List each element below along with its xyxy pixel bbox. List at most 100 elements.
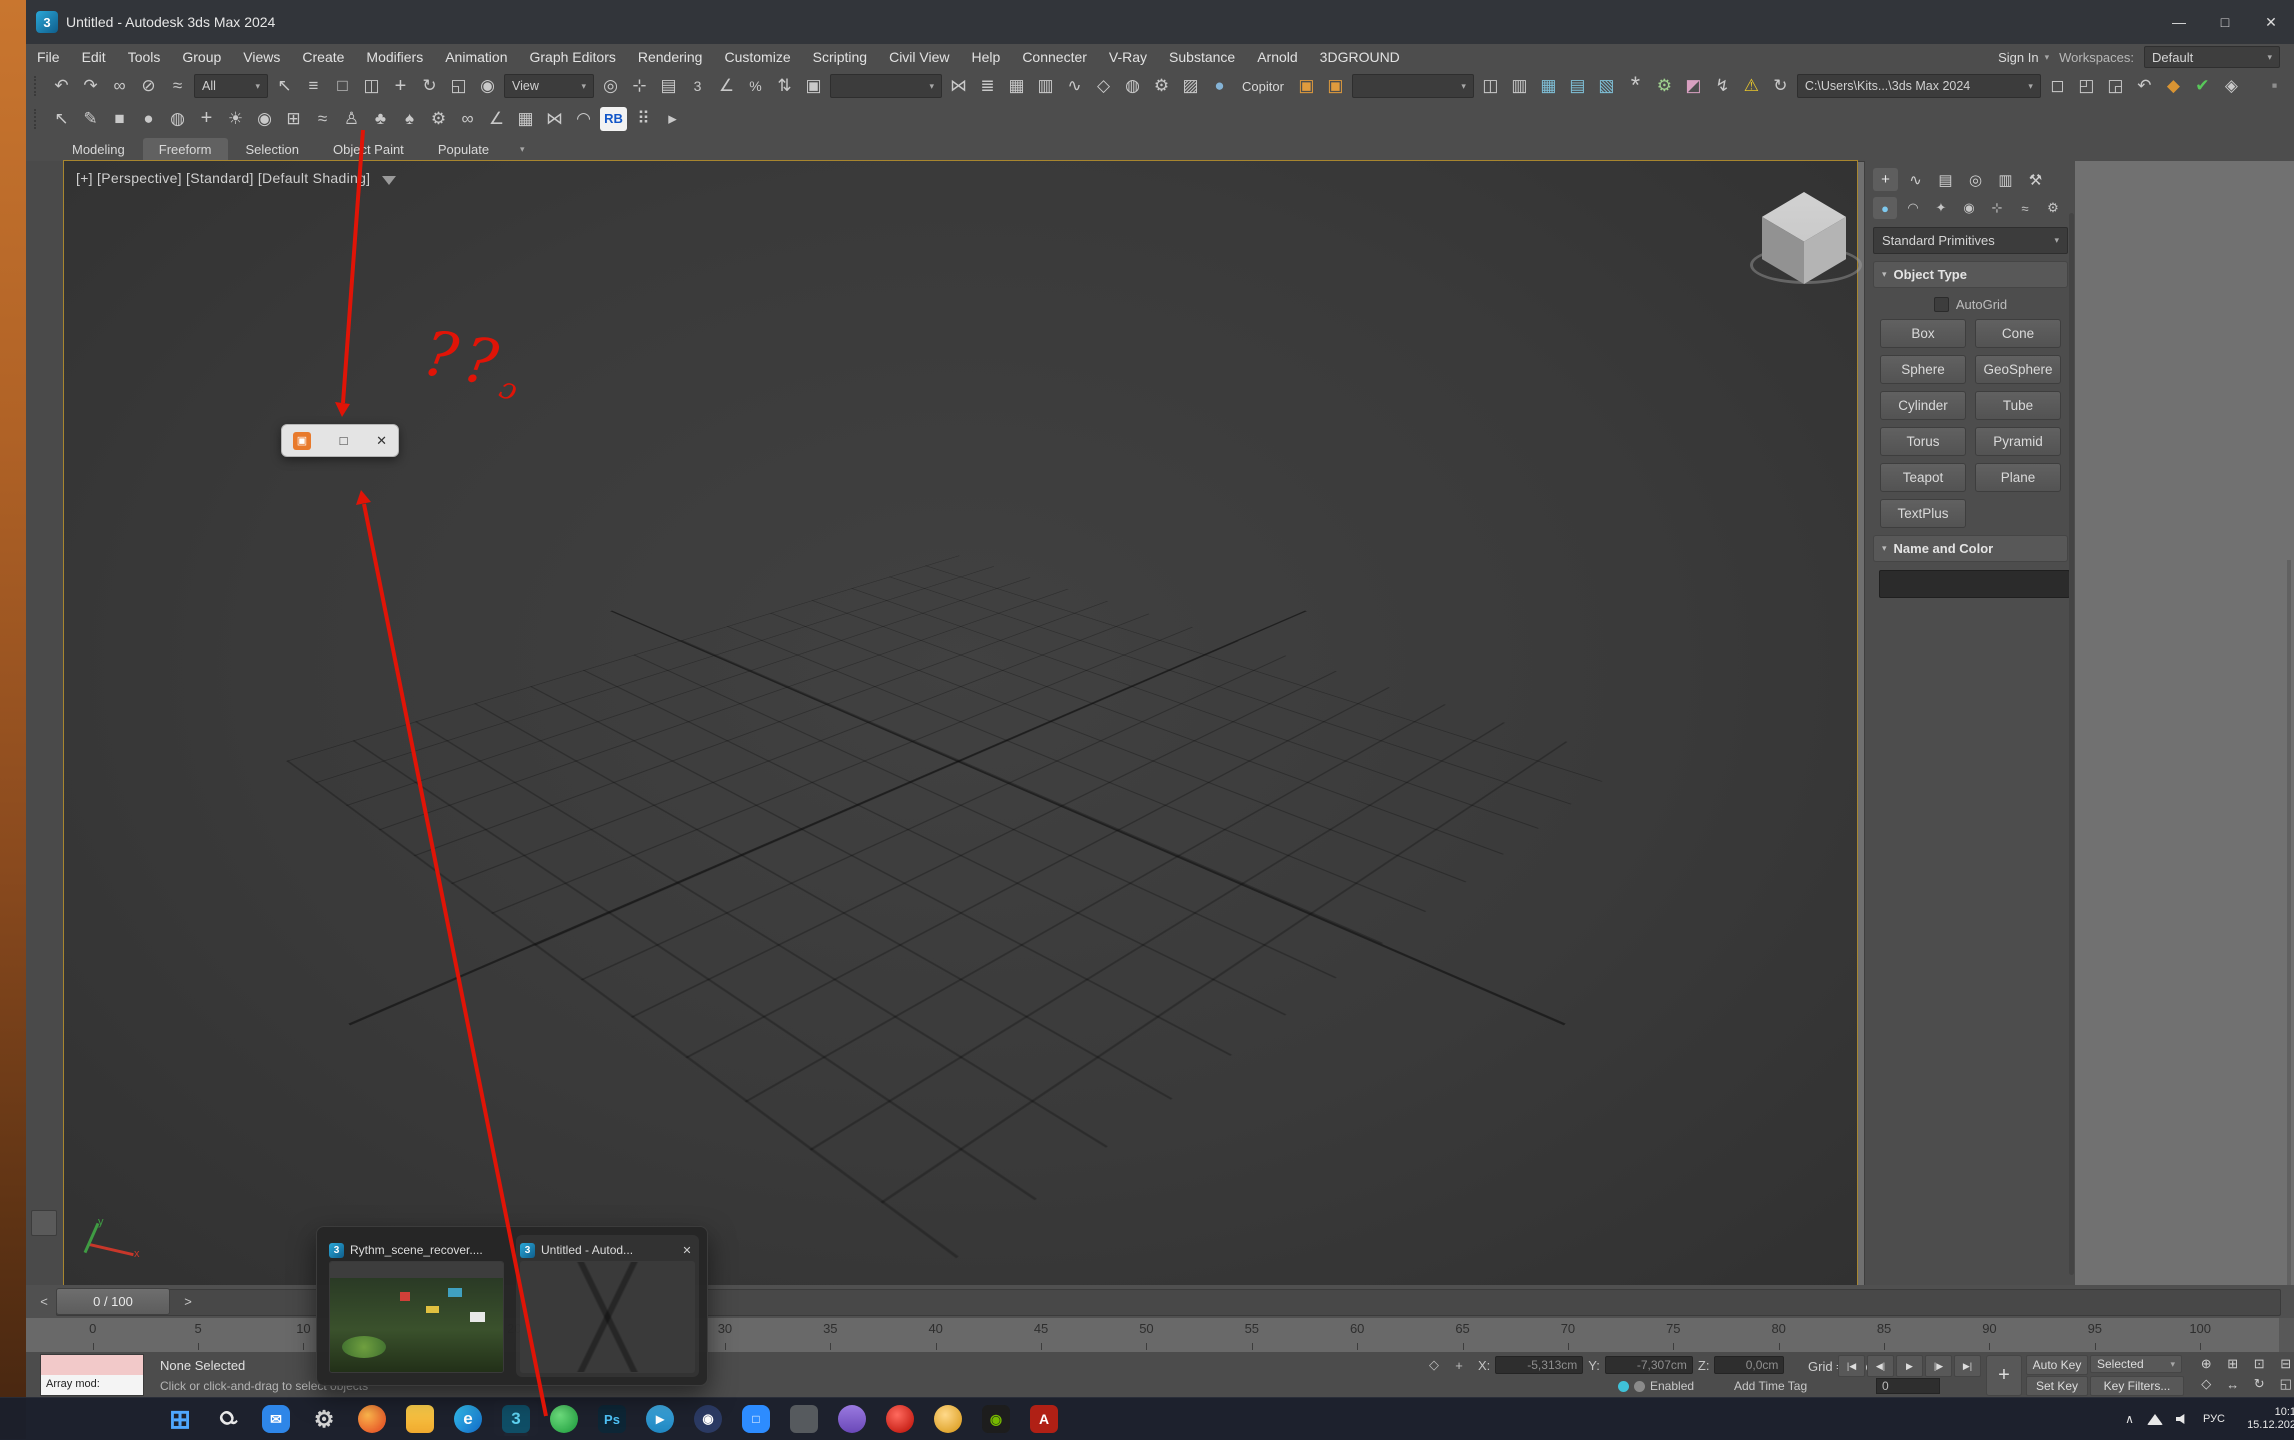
toolbar-icon[interactable]: + xyxy=(387,73,414,99)
toolbar-icon[interactable]: ▥ xyxy=(1506,73,1533,99)
primitive-button[interactable]: Pyramid xyxy=(1975,427,2061,456)
toolbar-icon[interactable]: ◫ xyxy=(1477,73,1504,99)
taskbar-app-icon[interactable]: A xyxy=(1024,1399,1064,1439)
menu-item[interactable]: Edit xyxy=(71,44,117,70)
ribbon-overflow[interactable]: ▾ xyxy=(520,140,525,155)
taskbar-app-icon[interactable]: □ xyxy=(736,1399,776,1439)
category-icon[interactable]: ◉ xyxy=(1957,197,1981,219)
toolbar-icon[interactable]: ⚠ xyxy=(1738,73,1765,99)
toolbar-grip[interactable] xyxy=(34,109,41,129)
status-toggle-icon[interactable]: ◇ xyxy=(1424,1356,1444,1374)
toolbar-icon[interactable]: ⚙ xyxy=(425,106,452,132)
command-panel-tab-icon[interactable]: ▤ xyxy=(1933,168,1958,191)
toolbar-icon[interactable]: ↶ xyxy=(2131,73,2158,99)
toolbar-icon[interactable]: ◆ xyxy=(2160,73,2187,99)
viewport-layout-tab-button[interactable] xyxy=(31,1210,57,1236)
category-icon[interactable]: ⊹ xyxy=(1985,197,2009,219)
toolbar-icon[interactable]: ▣ xyxy=(1322,73,1349,99)
taskbar-app-icon[interactable]: Q xyxy=(208,1399,248,1439)
menu-item[interactable]: Arnold xyxy=(1246,44,1308,70)
taskbar-app-icon[interactable] xyxy=(544,1399,584,1439)
toolbar-icon[interactable]: ■ xyxy=(106,106,133,132)
primitive-button[interactable]: GeoSphere xyxy=(1975,355,2061,384)
auto-key-button[interactable]: Auto Key xyxy=(2026,1355,2088,1375)
menu-item[interactable]: Help xyxy=(961,44,1012,70)
volume-icon[interactable] xyxy=(2176,1413,2190,1425)
taskbar-app-icon[interactable] xyxy=(784,1399,824,1439)
z-coordinate-field[interactable]: 0,0cm xyxy=(1714,1356,1784,1374)
toolbar-icon[interactable]: ↷ xyxy=(77,73,104,99)
toolbar-icon[interactable]: ◉ xyxy=(251,106,278,132)
menu-item[interactable]: Scripting xyxy=(802,44,878,70)
viewcube[interactable] xyxy=(1762,192,1846,284)
menu-item[interactable]: Modifiers xyxy=(355,44,434,70)
toolbar-icon[interactable]: ◍ xyxy=(164,106,191,132)
toolbar-icon[interactable]: ∠ xyxy=(713,73,740,99)
category-icon[interactable]: ◠ xyxy=(1901,197,1925,219)
toolbar-icon[interactable]: ≣ xyxy=(974,73,1001,99)
toolbar-icon[interactable]: ◠ xyxy=(570,106,597,132)
toolbar-icon[interactable]: ↻ xyxy=(416,73,443,99)
listener-macro-row[interactable] xyxy=(41,1355,143,1375)
current-frame-field[interactable]: 0 xyxy=(1876,1378,1940,1394)
primitive-button[interactable]: Teapot xyxy=(1880,463,1966,492)
primitive-button[interactable]: Cone xyxy=(1975,319,2061,348)
taskbar-app-icon[interactable]: ⚙ xyxy=(304,1399,344,1439)
x-coordinate-field[interactable]: -5,313cm xyxy=(1495,1356,1583,1374)
toolbar-icon[interactable]: * xyxy=(1622,73,1649,99)
autogrid-checkbox[interactable] xyxy=(1934,297,1949,312)
menu-item[interactable]: Graph Editors xyxy=(518,44,626,70)
primitive-button[interactable]: Box xyxy=(1880,319,1966,348)
menu-item[interactable]: Substance xyxy=(1158,44,1246,70)
close-button[interactable]: ✕ xyxy=(376,433,387,449)
muted-toggle-icon[interactable] xyxy=(1634,1381,1645,1392)
toolbar-icon[interactable]: ≈ xyxy=(309,106,336,132)
toolbar-icon[interactable]: ◲ xyxy=(2102,73,2129,99)
primitive-button[interactable]: Sphere xyxy=(1880,355,1966,384)
add-time-tag[interactable]: Add Time Tag xyxy=(1734,1379,1807,1393)
toolbar-icon[interactable]: ◩ xyxy=(1680,73,1707,99)
viewport-nav-icon[interactable]: ↔ xyxy=(2221,1375,2246,1393)
wifi-icon[interactable] xyxy=(2147,1414,2163,1425)
primitive-button[interactable]: Plane xyxy=(1975,463,2061,492)
category-icon[interactable]: ● xyxy=(1873,197,1897,219)
project-path-dropdown[interactable]: C:\Users\Kits...\3ds Max 2024 ▾ xyxy=(1797,74,2041,98)
transport-button[interactable]: |▶ xyxy=(1925,1355,1952,1377)
toolbar-icon[interactable]: ⠿ xyxy=(630,106,657,132)
tray-chevron-icon[interactable]: ∧ xyxy=(2125,1412,2134,1426)
listener-script-row[interactable]: Array mod: xyxy=(41,1375,143,1395)
window-thumbnail[interactable] xyxy=(329,1261,504,1373)
toolbar-icon[interactable]: ▤ xyxy=(1564,73,1591,99)
taskbar-app-icon[interactable] xyxy=(400,1399,440,1439)
ribbon-tab[interactable]: Modeling xyxy=(56,138,141,161)
menu-item[interactable]: V-Ray xyxy=(1098,44,1158,70)
command-panel-tab-icon[interactable]: ◎ xyxy=(1963,168,1988,191)
toolbar-icon[interactable]: ◎ xyxy=(597,73,624,99)
toolbar-icon[interactable]: ◫ xyxy=(358,73,385,99)
close-button[interactable]: ✕ xyxy=(2248,0,2294,44)
toolbar-icon[interactable]: ▣ xyxy=(1293,73,1320,99)
menu-item[interactable]: Customize xyxy=(713,44,801,70)
toolbar-icon[interactable]: ▧ xyxy=(1593,73,1620,99)
toolbar-icon[interactable]: ◉ xyxy=(474,73,501,99)
taskbar-app-icon[interactable]: ▸ xyxy=(640,1399,680,1439)
transport-button[interactable]: |◀ xyxy=(1838,1355,1865,1377)
clock[interactable]: 10:1 15.12.202 xyxy=(2238,1406,2294,1432)
category-icon[interactable]: ⚙ xyxy=(2041,197,2065,219)
taskbar-app-icon[interactable]: ✉ xyxy=(256,1399,296,1439)
toolbar-icon[interactable]: ▸ xyxy=(659,106,686,132)
toolbar-icon[interactable]: ↯ xyxy=(1709,73,1736,99)
toolbar-icon[interactable]: ⊞ xyxy=(280,106,307,132)
category-icon[interactable]: ✦ xyxy=(1929,197,1953,219)
toolbar-icon[interactable]: ∿ xyxy=(1061,73,1088,99)
toolbar-icon[interactable]: ▣ xyxy=(800,73,827,99)
toolbar-icon[interactable]: ≈ xyxy=(164,73,191,99)
minimize-button[interactable]: — xyxy=(2156,0,2202,44)
taskbar-app-icon[interactable] xyxy=(832,1399,872,1439)
sign-in-button[interactable]: Sign In ▾ xyxy=(1998,50,2049,65)
set-key-button[interactable]: Set Key xyxy=(2026,1376,2088,1396)
named-selection-sets-dropdown[interactable]: ▾ xyxy=(830,74,942,98)
toolbar-icon[interactable]: ♣ xyxy=(367,106,394,132)
toolbar-icon[interactable]: % xyxy=(742,73,769,99)
toolbar-icon[interactable]: ◈ xyxy=(2218,73,2245,99)
